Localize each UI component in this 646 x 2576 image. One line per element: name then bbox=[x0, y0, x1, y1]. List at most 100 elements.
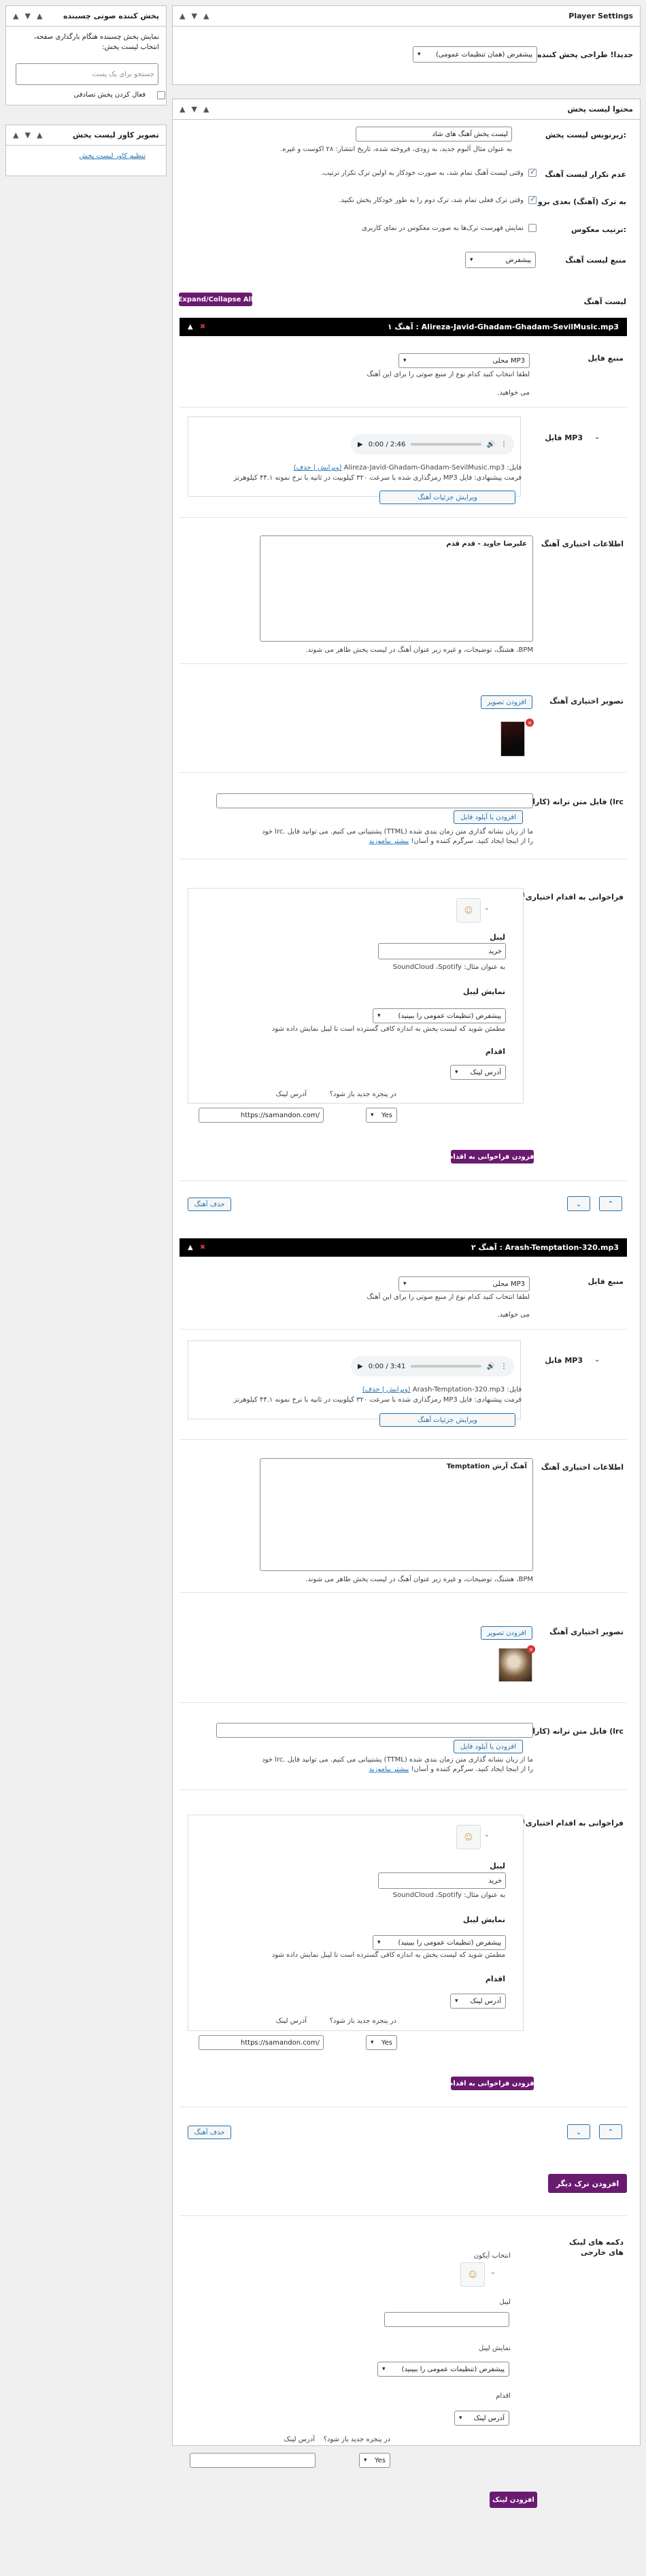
track-info-textarea[interactable]: آهنگ آرش Temptation bbox=[260, 1458, 533, 1571]
cta-visibility-select[interactable]: پیشفرض (تنظیمات عمومی را ببینید) ▾ bbox=[373, 1008, 506, 1023]
file-name: فایل: Alireza-Javid-Ghadam-Ghadam-SevilM… bbox=[293, 464, 522, 472]
cta-visibility-select[interactable]: پیشفرض (تنظیمات عمومی را ببینید) ▾ bbox=[373, 1935, 506, 1950]
more-icon[interactable]: ⋮ bbox=[500, 441, 507, 448]
add-track-button[interactable]: افزودن ترک دیگر bbox=[548, 2174, 627, 2193]
external-visibility-select[interactable]: پیشفرض (تنظیمات عمومی را ببینید) ▾ bbox=[377, 2362, 509, 2377]
upload-file-button[interactable]: افزودن یا آپلود فایل bbox=[454, 1740, 523, 1753]
play-icon[interactable]: ▶ bbox=[358, 1363, 363, 1370]
playlist-content-header[interactable]: ▲ ▼ ▲ محتوا لیست پخش bbox=[173, 99, 640, 120]
file-name: فایل: Arash-Temptation-320.mp3 (ویرایش |… bbox=[362, 1386, 522, 1393]
reverse-order-text: نمایش فهرست ترک‌ها به صورت معکوس در نمای… bbox=[362, 225, 524, 232]
external-icon-dropdown[interactable]: ⌄ bbox=[490, 2269, 496, 2276]
progress-bar[interactable] bbox=[411, 443, 481, 446]
move-up-icon[interactable]: ▲ bbox=[37, 131, 42, 139]
remove-image-icon[interactable]: × bbox=[526, 719, 534, 727]
edit-track-details-button[interactable]: ویرایش جزئیات آهنگ bbox=[379, 1413, 515, 1427]
volume-icon[interactable]: 🔊 bbox=[487, 441, 495, 448]
sticky-player-header[interactable]: ▲ ▼ ▲ پخش کننده صوتی چسبنده bbox=[6, 6, 166, 27]
delete-track-button[interactable]: حذف آهنگ bbox=[188, 2126, 231, 2139]
track-info-label: اطلاعات اختیاری آهنگ bbox=[541, 540, 624, 548]
move-up-icon[interactable]: ▲ bbox=[37, 12, 42, 20]
move-down-icon[interactable]: ▼ bbox=[191, 105, 197, 114]
divider bbox=[180, 2215, 627, 2216]
cta-new-window-select[interactable]: Yes ▾ bbox=[366, 2035, 397, 2050]
add-image-button[interactable]: افزودن تصویر bbox=[481, 1626, 532, 1640]
shuffle-checkbox[interactable] bbox=[157, 91, 165, 99]
cta-icon-picker[interactable]: ☺ bbox=[456, 898, 481, 923]
expand-collapse-button[interactable]: Expand/Collapse All bbox=[178, 293, 253, 306]
audio-player[interactable]: ▶ 0:00 / 2:46 🔊 ⋮ bbox=[351, 434, 514, 455]
cta-action-select[interactable]: آدرس لینک ▾ bbox=[450, 1994, 506, 2009]
player-design-select[interactable]: پیشفرض (همان تنظیمات عمومی) ▾ bbox=[413, 46, 537, 63]
cta-icon-dropdown[interactable]: ⌄ bbox=[484, 905, 490, 912]
audio-player[interactable]: ▶ 0:00 / 3:41 🔊 ⋮ bbox=[351, 1356, 514, 1376]
track-header[interactable]: ▲ ✖ آهنگ ۱ : Alireza-Javid-Ghadam-Ghadam… bbox=[180, 318, 627, 336]
cta-action-select[interactable]: آدرس لینک ▾ bbox=[450, 1065, 506, 1080]
cta-label-input[interactable]: خرید bbox=[378, 943, 506, 959]
lyrics-file-input[interactable] bbox=[216, 793, 533, 808]
collapse-icon[interactable]: ▲ bbox=[13, 12, 18, 20]
collapse-icon[interactable]: ▲ bbox=[188, 323, 193, 331]
external-icon-picker[interactable]: ☺ bbox=[460, 2262, 485, 2287]
upload-file-button[interactable]: افزودن یا آپلود فایل bbox=[454, 810, 523, 824]
cover-panel-header[interactable]: ▲ ▼ ▲ تصویر کاور لیست پخش bbox=[6, 125, 166, 146]
reverse-order-checkbox[interactable] bbox=[528, 224, 537, 232]
external-action-select[interactable]: آدرس لینک ▾ bbox=[454, 2411, 509, 2426]
play-icon[interactable]: ▶ bbox=[358, 441, 363, 448]
lyrics-file-input[interactable] bbox=[216, 1723, 533, 1738]
source-file-select[interactable]: MP3 محلی ▾ bbox=[398, 1276, 530, 1291]
delete-track-button[interactable]: حذف آهنگ bbox=[188, 1198, 231, 1211]
move-down-button[interactable]: ⌄ bbox=[567, 2124, 590, 2139]
external-link-address-label: آدرس لینک bbox=[284, 2436, 315, 2443]
next-track-checkbox[interactable] bbox=[528, 195, 537, 204]
add-link-button[interactable]: افزودن لینک bbox=[490, 2492, 537, 2508]
move-up-icon[interactable]: ▲ bbox=[203, 105, 209, 114]
cta-icon-dropdown[interactable]: ⌄ bbox=[484, 1832, 490, 1838]
move-down-button[interactable]: ⌄ bbox=[567, 1196, 590, 1211]
select-value: آدرس لینک bbox=[473, 2414, 505, 2422]
collapse-icon[interactable]: ▲ bbox=[180, 105, 185, 114]
collapse-icon[interactable]: ▲ bbox=[188, 1244, 193, 1251]
no-loop-checkbox[interactable] bbox=[528, 167, 537, 177]
external-label-input[interactable] bbox=[384, 2312, 509, 2327]
set-cover-link[interactable]: تنظیم کاور لیست پخش bbox=[80, 152, 146, 160]
remove-image-icon[interactable]: × bbox=[527, 1645, 535, 1653]
move-up-button[interactable]: ⌃ bbox=[599, 1196, 622, 1211]
edit-track-details-button[interactable]: ویرایش جزئیات آهنگ bbox=[379, 491, 515, 504]
select-value: MP3 محلی bbox=[492, 357, 525, 365]
move-down-icon[interactable]: ▼ bbox=[191, 12, 197, 20]
no-loop-label: عدم تکرار لیست آهنگ bbox=[545, 170, 626, 179]
playlist-source-select[interactable]: پیشفرض ▾ bbox=[465, 252, 536, 268]
source-file-select[interactable]: MP3 محلی ▾ bbox=[398, 353, 530, 368]
expand-arrow-icon[interactable]: ⌄ bbox=[594, 433, 600, 441]
move-up-button[interactable]: ⌃ bbox=[599, 2124, 622, 2139]
track-info-textarea[interactable]: علیرضا جاوید - قدم قدم bbox=[260, 535, 533, 642]
expand-arrow-icon[interactable]: ⌄ bbox=[594, 1356, 600, 1364]
move-down-icon[interactable]: ▼ bbox=[24, 131, 30, 139]
track-header[interactable]: ▲ ✖ آهنگ ۲ : Arash-Temptation-320.mp3 bbox=[180, 1238, 627, 1257]
cta-url-input[interactable]: https://samandon.com/ bbox=[199, 2035, 324, 2050]
subtitle-input[interactable]: لیست پخش آهنگ های شاد bbox=[356, 127, 512, 142]
playlist-search-input[interactable]: جستجو برای یک پست bbox=[16, 63, 158, 85]
cta-url-input[interactable]: https://samandon.com/ bbox=[199, 1108, 324, 1123]
volume-icon[interactable]: 🔊 bbox=[487, 1363, 495, 1370]
move-up-icon[interactable]: ▲ bbox=[203, 12, 209, 20]
cta-label-field-label: لیبل bbox=[490, 1862, 505, 1870]
external-new-window-select[interactable]: Yes ▾ bbox=[359, 2453, 390, 2468]
add-image-button[interactable]: افزودن تصویر bbox=[481, 695, 532, 709]
move-down-icon[interactable]: ▼ bbox=[24, 12, 30, 20]
cta-label-input[interactable]: خرید bbox=[378, 1872, 506, 1889]
collapse-icon[interactable]: ▲ bbox=[180, 12, 185, 20]
more-icon[interactable]: ⋮ bbox=[500, 1363, 507, 1370]
remove-track-icon[interactable]: ✖ bbox=[200, 323, 205, 331]
add-cta-button[interactable]: افزودن فراخوانی به اقدام bbox=[448, 1150, 537, 1163]
external-url-input[interactable] bbox=[190, 2453, 316, 2468]
cta-icon-picker[interactable]: ☺ bbox=[456, 1825, 481, 1849]
collapse-icon[interactable]: ▲ bbox=[13, 131, 18, 139]
add-cta-button[interactable]: افزودن فراخوانی به اقدام bbox=[448, 2077, 537, 2090]
player-settings-header[interactable]: ▲ ▼ ▲ Player Settings bbox=[173, 6, 640, 27]
cta-new-window-select[interactable]: Yes ▾ bbox=[366, 1108, 397, 1123]
new-window-label: در پنجره جدید باز شود؟ bbox=[329, 1091, 396, 1098]
progress-bar[interactable] bbox=[411, 1365, 481, 1368]
remove-track-icon[interactable]: ✖ bbox=[200, 1244, 205, 1251]
